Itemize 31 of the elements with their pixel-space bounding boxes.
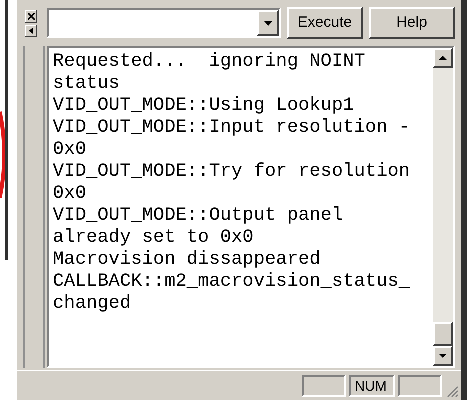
- execute-button[interactable]: Execute: [287, 7, 363, 39]
- close-icon: [28, 12, 34, 20]
- dropdown-button[interactable]: [257, 10, 279, 36]
- resize-grip-icon: [445, 384, 459, 398]
- down-triangle-icon: [439, 354, 447, 358]
- output-line: CALLBACK::m2_macrovision_status_: [53, 271, 410, 293]
- output-line: already set to 0x0: [53, 227, 254, 249]
- status-panel: [302, 374, 346, 396]
- output-line: 0x0: [53, 139, 86, 161]
- scroll-thumb[interactable]: [433, 322, 453, 346]
- output-line: changed: [53, 293, 132, 315]
- scroll-down-button[interactable]: [433, 346, 453, 366]
- output-line: Macrovision dissappeared: [53, 249, 321, 271]
- output-line: status: [53, 73, 120, 95]
- vertical-scrollbar[interactable]: [433, 48, 453, 366]
- output-line: 0x0: [53, 183, 86, 205]
- up-triangle-icon: [439, 56, 447, 60]
- caret-icon: [264, 20, 272, 26]
- left-triangle-icon: [29, 28, 33, 34]
- status-panel: [398, 374, 442, 396]
- output-line: VID_OUT_MODE::Output panel: [53, 205, 344, 227]
- output-line: Requested... ignoring NOINT: [53, 51, 366, 73]
- close-button[interactable]: [25, 10, 37, 22]
- command-combo-box[interactable]: [47, 8, 281, 38]
- status-panel: NUM: [349, 374, 395, 396]
- output-line: VID_OUT_MODE::Input resolution -: [53, 117, 410, 139]
- collapse-button[interactable]: [25, 24, 37, 36]
- scroll-up-button[interactable]: [433, 48, 453, 68]
- output-line: VID_OUT_MODE::Using Lookup1: [53, 95, 354, 117]
- output-line: VID_OUT_MODE::Try for resolution: [53, 161, 410, 183]
- help-button[interactable]: Help: [369, 7, 455, 39]
